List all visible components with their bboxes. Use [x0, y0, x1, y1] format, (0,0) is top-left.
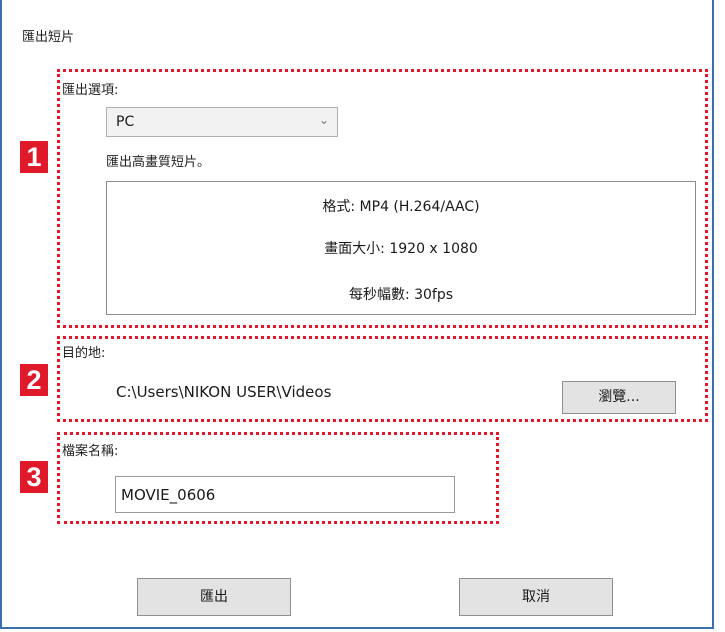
callout-badge-2: 2	[20, 364, 48, 396]
export-button[interactable]: 匯出	[137, 578, 291, 616]
cancel-button[interactable]: 取消	[459, 578, 613, 616]
browse-button[interactable]: 瀏覽...	[562, 381, 676, 414]
export-options-select[interactable]: PC ⌄	[106, 107, 338, 137]
export-options-label: 匯出選項:	[62, 83, 119, 98]
export-description: 匯出高畫質短片。	[106, 155, 211, 170]
file-name-label: 檔案名稱:	[62, 444, 119, 459]
destination-path: C:\Users\NIKON USER\Videos	[116, 383, 332, 401]
frame-size-info: 畫面大小: 1920 x 1080	[324, 241, 478, 257]
callout-badge-1: 1	[20, 141, 48, 173]
export-options-selected-value: PC	[116, 114, 135, 130]
export-details-box: 格式: MP4 (H.264/AAC) 畫面大小: 1920 x 1080 每秒…	[106, 181, 696, 315]
format-info: 格式: MP4 (H.264/AAC)	[322, 199, 480, 215]
file-name-input[interactable]	[115, 476, 455, 513]
chevron-down-icon: ⌄	[318, 113, 329, 127]
frame-rate-info: 每秒幅數: 30fps	[348, 287, 454, 303]
export-movie-dialog: 匯出短片 1 匯出選項: PC ⌄ 匯出高畫質短片。 格式: MP4 (H.26…	[0, 0, 714, 629]
callout-badge-3: 3	[20, 461, 48, 493]
destination-label: 目的地:	[62, 346, 106, 361]
dialog-title: 匯出短片	[22, 30, 75, 45]
